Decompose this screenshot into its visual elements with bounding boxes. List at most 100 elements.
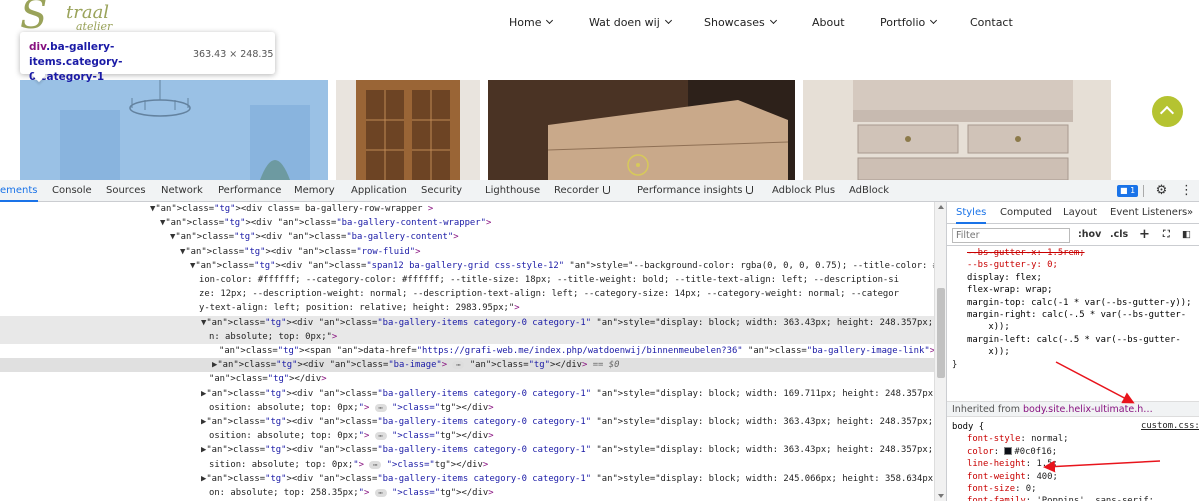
css-declaration[interactable]: font-family: 'Poppins', sans-serif; <box>947 495 1199 501</box>
css-declaration[interactable]: margin-left: calc(-.5 * var(--bs-gutter- <box>947 334 1199 346</box>
new-rule-button[interactable]: + <box>1139 227 1150 243</box>
tab-sources[interactable]: Sources <box>106 180 146 202</box>
nav-label: About <box>812 16 845 29</box>
dom-node-line[interactable]: ▼"an">class="tg"><div class= ba-gallery-… <box>0 202 934 216</box>
css-declaration[interactable]: x)); <box>947 321 1199 333</box>
tab-computed[interactable]: Computed <box>1000 202 1052 224</box>
gear-icon[interactable]: ⚙ <box>1154 183 1169 198</box>
tab-styles[interactable]: Styles <box>956 202 987 224</box>
experiment-icon <box>602 186 610 194</box>
gallery-image-dresser[interactable] <box>488 80 795 180</box>
color-swatch-icon[interactable] <box>1004 446 1013 455</box>
css-declaration-text: x)); <box>967 322 1010 333</box>
dom-node-line[interactable]: ▶"an">class="tg"><div "an">class="ba-gal… <box>0 472 934 486</box>
scroll-up-arrow-icon[interactable] <box>938 205 944 209</box>
css-declaration-text: flex-wrap: wrap; <box>967 285 1053 296</box>
css-declaration[interactable]: --bs-gutter-y: 0; <box>947 259 1199 271</box>
tab-performance-insights[interactable]: Performance insights <box>637 180 754 202</box>
css-declaration[interactable]: line-height: 1.5; <box>947 458 1199 470</box>
css-declaration[interactable]: margin-right: calc(-.5 * var(--bs-gutter… <box>947 309 1199 321</box>
nav-label: Wat doen wij <box>589 16 660 29</box>
dom-node-line[interactable]: y-text-align: left; position: relative; … <box>0 301 934 315</box>
dom-node-line[interactable]: sition: absolute; top: 0px;"> ⋯ ">class=… <box>0 458 934 472</box>
dom-node-line[interactable]: ▶"an">class="tg"><div "an">class="ba-gal… <box>0 415 934 429</box>
css-declaration[interactable]: margin-top: calc(-1 * var(--bs-gutter-y)… <box>947 297 1199 309</box>
message-badge[interactable]: ■ 1 <box>1117 185 1139 197</box>
more-tabs-button[interactable]: » <box>1187 202 1193 224</box>
elements-scrollbar[interactable] <box>934 202 946 501</box>
scroll-to-top-button[interactable] <box>1152 96 1183 127</box>
css-declaration[interactable]: --bs-gutter-x: 1.5rem; <box>947 247 1199 259</box>
css-declaration[interactable]: x)); <box>947 346 1199 358</box>
dom-node-line[interactable]: "an">class="tg"></div> <box>0 372 934 386</box>
tab-network[interactable]: Network <box>161 180 203 202</box>
gallery-image-sideboard[interactable] <box>803 80 1111 180</box>
tab-console[interactable]: Console <box>52 180 92 202</box>
dom-node-line[interactable]: ▼"an">class="tg"><div "an">class="span12… <box>0 259 934 273</box>
inherited-selector[interactable]: body.site.helix-ultimate.h… <box>1023 404 1153 415</box>
styles-filter-input[interactable] <box>952 228 1070 243</box>
inherited-from-bar: Inherited from body.site.helix-ultimate.… <box>947 401 1199 417</box>
css-colon: : <box>1026 496 1037 501</box>
tab-recorder[interactable]: Recorder <box>554 180 610 202</box>
nav-item-home[interactable]: Home <box>509 16 554 29</box>
gallery-image-dining-room[interactable] <box>20 80 328 180</box>
dom-node-line[interactable]: ▼"an">class="tg"><div "an">class="ba-gal… <box>0 216 934 230</box>
tab-security[interactable]: Security <box>421 180 462 202</box>
tab-elements[interactable]: ements <box>0 180 38 202</box>
dom-node-line[interactable]: ion-color: #ffffff; --category-color: #f… <box>0 273 934 287</box>
nav-item-showcases[interactable]: Showcases <box>704 16 777 29</box>
nav-item-portfolio[interactable]: Portfolio <box>880 16 938 29</box>
css-declaration[interactable]: display: flex; <box>947 272 1199 284</box>
tab-adblock-plus[interactable]: Adblock Plus <box>772 180 835 202</box>
scrollbar-thumb[interactable] <box>937 288 945 378</box>
css-selector[interactable]: body { <box>947 421 1199 433</box>
tab-performance[interactable]: Performance <box>218 180 281 202</box>
dom-node-line[interactable]: ▶"an">class="tg"><div "an">class="ba-gal… <box>0 387 934 401</box>
tab-adblock[interactable]: AdBlock <box>849 180 889 202</box>
more-options-icon[interactable]: ⋮ <box>1180 183 1193 198</box>
paint-icon[interactable]: ⛶ <box>1163 227 1170 243</box>
dom-node-line[interactable]: ▼"an">class="tg"><div "an">class="ba-gal… <box>0 230 934 244</box>
nav-item-about[interactable]: About <box>812 16 845 29</box>
hov-toggle[interactable]: :hov <box>1078 227 1101 243</box>
elements-tree[interactable]: ▼"an">class="tg"><div class= ba-gallery-… <box>0 202 934 501</box>
scroll-down-arrow-icon[interactable] <box>938 494 944 498</box>
css-declaration[interactable]: font-weight: 400; <box>947 471 1199 483</box>
dom-node-line[interactable]: n: absolute; top: 0px;"> <box>0 329 934 344</box>
css-declaration[interactable]: } <box>947 359 1199 371</box>
tab-memory[interactable]: Memory <box>294 180 335 202</box>
css-declaration[interactable]: color: #0c0f16; <box>947 446 1199 458</box>
dom-node-line[interactable]: "an">class="tg"><span "an">data-href="ht… <box>0 344 934 358</box>
dom-node-line[interactable]: osition: absolute; top: 0px;"> ⋯ ">class… <box>0 401 934 415</box>
dom-node-line[interactable]: ▶"an">class="tg"><div "an">class="ba-ima… <box>0 358 934 373</box>
toolbar-divider <box>1143 185 1144 197</box>
tab-lighthouse[interactable]: Lighthouse <box>485 180 540 202</box>
cls-toggle[interactable]: .cls <box>1110 227 1128 243</box>
nav-item-contact[interactable]: Contact <box>970 16 1013 29</box>
css-declaration[interactable]: font-style: normal; <box>947 433 1199 445</box>
css-property-value: #0c0f16; <box>1014 446 1058 457</box>
styles-tabbar: Styles Computed Layout Event Listeners » <box>947 202 1199 224</box>
sidebar-toggle-icon[interactable]: ◧ <box>1182 227 1191 243</box>
dom-node-line[interactable]: ▼"an">class="tg"><div "an">class="row-fl… <box>0 245 934 259</box>
dom-node-line[interactable]: osition: absolute; top: 0px;"> ⋯ ">class… <box>0 429 934 443</box>
cabinet-icon <box>356 80 460 180</box>
css-property-name: color <box>967 446 994 457</box>
message-count: 1 <box>1130 186 1136 195</box>
tab-event-listeners[interactable]: Event Listeners <box>1110 202 1187 224</box>
dom-node-line[interactable]: ▶"an">class="tg"><div "an">class="ba-gal… <box>0 443 934 457</box>
tab-layout[interactable]: Layout <box>1063 202 1097 224</box>
devtools-panel: ements Console Sources Network Performan… <box>0 180 1199 501</box>
css-declaration[interactable]: font-size: 0; <box>947 483 1199 495</box>
nav-item-wat-doen-wij[interactable]: Wat doen wij <box>589 16 672 29</box>
css-colon: : <box>1015 484 1026 494</box>
tab-application[interactable]: Application <box>351 180 407 202</box>
gallery-image-cabinet[interactable] <box>336 80 480 180</box>
dom-node-line[interactable]: ze: 12px; --description-weight: normal; … <box>0 287 934 301</box>
css-colon: : <box>993 446 1005 457</box>
chevron-down-icon <box>664 16 672 25</box>
dom-node-line[interactable]: ▼"an">class="tg"><div "an">class="ba-gal… <box>0 315 934 330</box>
css-declaration[interactable]: flex-wrap: wrap; <box>947 284 1199 296</box>
dom-node-line[interactable]: on: absolute; top: 258.35px;"> ⋯ ">class… <box>0 486 934 500</box>
